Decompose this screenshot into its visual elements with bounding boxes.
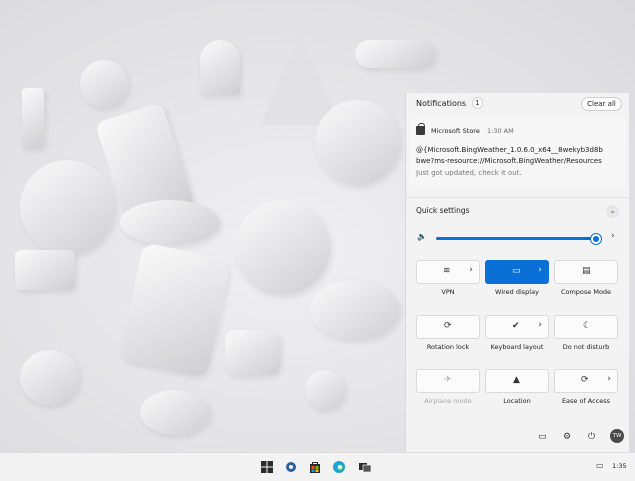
- volume-slider-thumb[interactable]: [591, 234, 601, 244]
- power-icon[interactable]: ⏻: [588, 432, 595, 442]
- tile-label: Location: [503, 397, 531, 405]
- tile-label: Airplane mode: [424, 397, 472, 405]
- wallpaper-shape: [355, 40, 435, 68]
- wallpaper-shape: [118, 241, 232, 379]
- start-icon[interactable]: [260, 460, 274, 474]
- wallpaper-shape: [140, 390, 210, 435]
- tile-ease-of-access[interactable]: ⟳ ›: [554, 369, 618, 393]
- tile-keyboard-layout[interactable]: ✔ ›: [485, 315, 549, 339]
- chevron-right-icon[interactable]: ›: [607, 374, 611, 384]
- wallpaper-shape: [20, 160, 115, 255]
- wallpaper-shape: [80, 60, 128, 108]
- wallpaper-shape: [310, 280, 400, 340]
- notification-subtitle: Just got updated, check it out.: [416, 169, 522, 177]
- settings-icon[interactable]: [284, 460, 298, 474]
- store-icon[interactable]: [308, 460, 322, 474]
- tile-location[interactable]: ▲: [485, 369, 549, 393]
- wallpaper-shape: [315, 100, 400, 185]
- tile-do-not-disturb[interactable]: ☾: [554, 315, 618, 339]
- vpn-icon: ≋: [443, 266, 451, 276]
- notification-card[interactable]: Microsoft Store 1:30 AM @{Microsoft.Bing…: [410, 119, 626, 185]
- compose-mode-icon: ▤: [582, 266, 591, 276]
- wallpaper-shape: [22, 88, 44, 148]
- tile-wired-display[interactable]: ▭ ›: [485, 260, 549, 284]
- notification-body-line2: bwe?ms-resource://Microsoft.BingWeather/…: [416, 157, 602, 165]
- settings-icon[interactable]: ⚙: [563, 432, 571, 442]
- taskbar: ▭ 1:35: [0, 452, 635, 481]
- chevron-down-icon[interactable]: ⌄: [606, 205, 619, 218]
- wallpaper-shape: [15, 250, 75, 290]
- tile-label: VPN: [441, 288, 455, 296]
- chevron-right-icon[interactable]: ›: [538, 265, 542, 275]
- location-icon: ▲: [513, 375, 520, 385]
- chevron-right-icon[interactable]: ›: [538, 320, 542, 330]
- tile-label: Ease of Access: [561, 397, 611, 405]
- wallpaper-shape: [305, 370, 345, 410]
- ease-of-access-icon: ⟳: [581, 375, 589, 385]
- tile-vpn[interactable]: ≋ ›: [416, 260, 480, 284]
- notifications-title: Notifications: [416, 99, 467, 108]
- rotation-lock-icon: ⟳: [444, 321, 452, 331]
- store-icon: [416, 123, 425, 135]
- chevron-right-icon[interactable]: ›: [611, 231, 615, 241]
- tile-airplane-mode[interactable]: ✈: [416, 369, 480, 393]
- volume-icon[interactable]: 🔈: [417, 232, 427, 241]
- tile-compose-mode[interactable]: ▤: [554, 260, 618, 284]
- wallpaper-shape: [20, 350, 80, 405]
- notifications-count-badge: 1: [472, 97, 483, 109]
- wallpaper-shape: [225, 330, 280, 375]
- quick-settings-title: Quick settings: [416, 206, 470, 215]
- wallpaper-shape: [235, 200, 330, 295]
- keyboard-layout-icon: ✔: [512, 321, 520, 331]
- tile-label: Keyboard layout: [490, 343, 544, 351]
- battery-icon[interactable]: ▭: [596, 461, 604, 470]
- notifications-header: Notifications 1 Clear all: [406, 93, 630, 117]
- tile-rotation-lock[interactable]: ⟳: [416, 315, 480, 339]
- edge-icon[interactable]: [332, 460, 346, 474]
- tile-label: Rotation lock: [426, 343, 470, 351]
- taskbar-clock[interactable]: 1:35: [612, 462, 627, 470]
- chevron-right-icon[interactable]: ›: [469, 265, 473, 275]
- wired-display-icon: ▭: [512, 266, 521, 276]
- notification-time: 1:30 AM: [487, 127, 514, 135]
- tile-label: Compose Mode: [560, 288, 612, 296]
- tile-label: Do not disturb: [562, 343, 610, 351]
- airplane-icon: ✈: [444, 375, 452, 385]
- wallpaper-shape: [120, 200, 220, 245]
- notification-app-name: Microsoft Store: [431, 127, 480, 135]
- wallpaper-shape: [200, 40, 240, 95]
- clear-all-button[interactable]: Clear all: [581, 97, 622, 111]
- action-center-panel: Notifications 1 Clear all Microsoft Stor…: [405, 93, 630, 452]
- battery-icon[interactable]: ▭: [538, 432, 547, 442]
- task-view-icon[interactable]: [358, 460, 372, 474]
- quick-settings-header: Quick settings ⌄: [406, 197, 630, 219]
- moon-icon: ☾: [583, 321, 592, 331]
- avatar[interactable]: TW: [610, 429, 624, 443]
- tile-label: Wired display: [495, 288, 539, 296]
- volume-slider[interactable]: [436, 237, 596, 240]
- notification-body-line1: @{Microsoft.BingWeather_1.0.6.0_x64__8we…: [416, 146, 603, 154]
